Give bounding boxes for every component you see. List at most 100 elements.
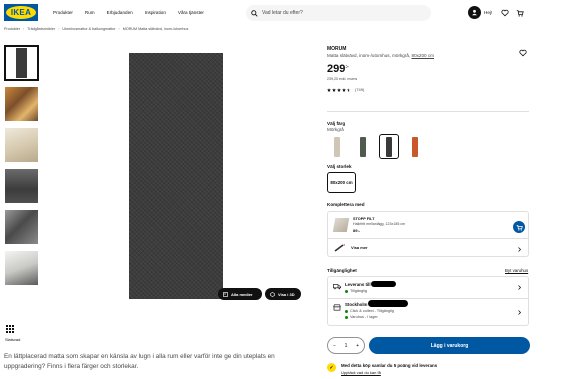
store-status-2-text: Varuhus - I lager [350,315,378,319]
nav-item-tjanster[interactable]: Våra tjänster [178,10,204,15]
thumbnail-6[interactable] [5,251,38,285]
rug-image [129,53,223,299]
all-media-button[interactable]: Alla medier [218,288,262,300]
swatch-green[interactable] [353,134,373,159]
thumbnail-3[interactable] [5,128,38,162]
product-subtitle-text: Matta slätvävd, inom-/utomhus, mörkgrå, [327,53,412,58]
add-to-cart-button[interactable]: Lägg i varukorg [369,337,530,354]
breadcrumb-item[interactable]: Produkter [4,27,20,31]
divider [328,298,528,299]
complement-card: STOPP FILT Halkfritt mellanlägg, 123x185… [327,211,529,257]
redacted-store-name [368,300,408,307]
search-placeholder: Vad letar du efter? [262,10,303,16]
view-3d-button[interactable]: Visa i 3D [265,288,301,300]
size-option[interactable]: 80x200 cm [327,172,356,193]
change-store-link[interactable]: Byt varuhus [505,268,528,273]
store-status-1-text: Click & collect - Tillgänglig [350,309,394,313]
redacted-postcode [371,281,396,287]
status-dot [345,309,348,313]
cart-icon[interactable] [516,9,524,17]
swatch-orange[interactable] [405,134,425,159]
favorite-heart-icon[interactable] [519,49,527,57]
nav-item-erbjudanden[interactable]: Erbjudanden [107,10,133,15]
product-description: En lättplacerad matta som skapar en käns… [4,353,275,370]
rating[interactable]: (749) [327,87,364,92]
chevron-right-icon[interactable] [517,310,522,315]
breadcrumb-item[interactable]: Trädgårdsmöbler [27,27,55,31]
complement-image[interactable] [332,218,350,232]
status-dot [345,315,348,319]
promo-link[interactable]: Upptäck vad du kan få [341,370,381,375]
truck-icon [333,284,341,290]
thumbnail-1[interactable] [4,45,39,81]
star-half-icon [347,87,351,92]
price-value: 299 [327,63,346,75]
chevron-right-icon[interactable] [517,247,522,252]
main-product-image[interactable] [43,42,303,304]
logo-text: IKEA [6,6,36,19]
add-to-cart-icon[interactable] [513,221,525,233]
search-icon [251,9,258,17]
price-excl-vat: 239,20 exkl. moms [327,77,358,81]
product-subtitle: Matta slätvävd, inom-/utomhus, mörkgrå, … [327,53,434,58]
qty-value[interactable]: 1 [345,343,348,349]
ikea-logo[interactable]: IKEA [4,4,38,21]
complement-desc: Halkfritt mellanlägg, 123x185 cm [353,222,406,226]
product-name: MORUM [327,46,347,52]
heart-icon[interactable] [501,9,509,17]
promo-title: Med detta köp samlar du 5 poäng vid leve… [341,363,438,368]
nav-item-rum[interactable]: Rum [85,10,95,15]
color-swatches [327,134,425,159]
breadcrumb-item[interactable]: Utomhusmattor & balkongmattor [62,27,115,31]
all-media-label: Alla medier [231,291,253,297]
divider [327,111,529,112]
price-suffix: :- [345,64,349,70]
size-link[interactable]: 80x200 cm [412,53,434,58]
store-status-2: Varuhus - I lager [345,315,378,319]
complement-name[interactable]: STOPP FILT [353,217,375,221]
view-3d-label: Visa i 3D [278,291,295,297]
greeting-text[interactable]: Hej! [484,10,492,15]
store-title: Stockholm [345,302,368,307]
color-selected: Mörkgrå [327,127,344,132]
thumbnail-2[interactable] [5,87,38,121]
header-actions: Hej! [468,6,531,19]
loyalty-icon: ✓ [327,363,336,372]
star-icon [337,87,341,92]
status-dot [345,289,348,293]
review-count: (749) [355,87,365,92]
star-icon [332,87,336,92]
quantity-stepper: − 1 + [327,337,365,354]
availability-title: Tillgänglighet [327,268,357,273]
search-input[interactable]: Vad letar du efter? [246,5,431,21]
delivery-status-text: Tillgänglig [350,289,367,293]
breadcrumb: Produkter › Trädgårdsmöbler › Utomhusmat… [4,27,188,31]
show-more-link[interactable]: Visa mer [351,245,368,250]
qty-plus-button[interactable]: + [356,343,359,349]
chevron-right-icon[interactable] [517,285,522,290]
swatch-dark-grey[interactable] [379,134,399,159]
complement-title: Komplettera med [327,202,365,207]
grid-icon[interactable] [6,325,14,333]
store-status-1: Click & collect - Tillgänglig [345,309,394,313]
user-icon[interactable] [468,6,481,19]
delivery-status: Tillgänglig [345,289,367,293]
nav-item-produkter[interactable]: Produkter [53,10,73,15]
grid-label: Slatsvad [5,337,21,342]
breadcrumb-item[interactable]: MORUM Matta slätvävd, inom-/utomhus [123,27,189,31]
thumbnail-5[interactable] [5,210,38,244]
color-title: Välj färg [327,121,346,126]
size-title: Välj storlek [327,164,352,169]
swatch-beige[interactable] [327,134,347,159]
divider [328,238,528,239]
star-icon [327,87,331,92]
star-icon [342,87,346,92]
chevron-right-icon: › [23,27,25,31]
nav-item-inspiration[interactable]: Inspiration [145,10,166,15]
chevron-right-icon: › [118,27,120,31]
thumbnail-list [4,45,39,292]
delivery-title: Leverans till [345,282,371,287]
cube-3d-icon [270,291,275,297]
thumbnail-4[interactable] [5,169,38,203]
qty-minus-button[interactable]: − [333,343,336,349]
